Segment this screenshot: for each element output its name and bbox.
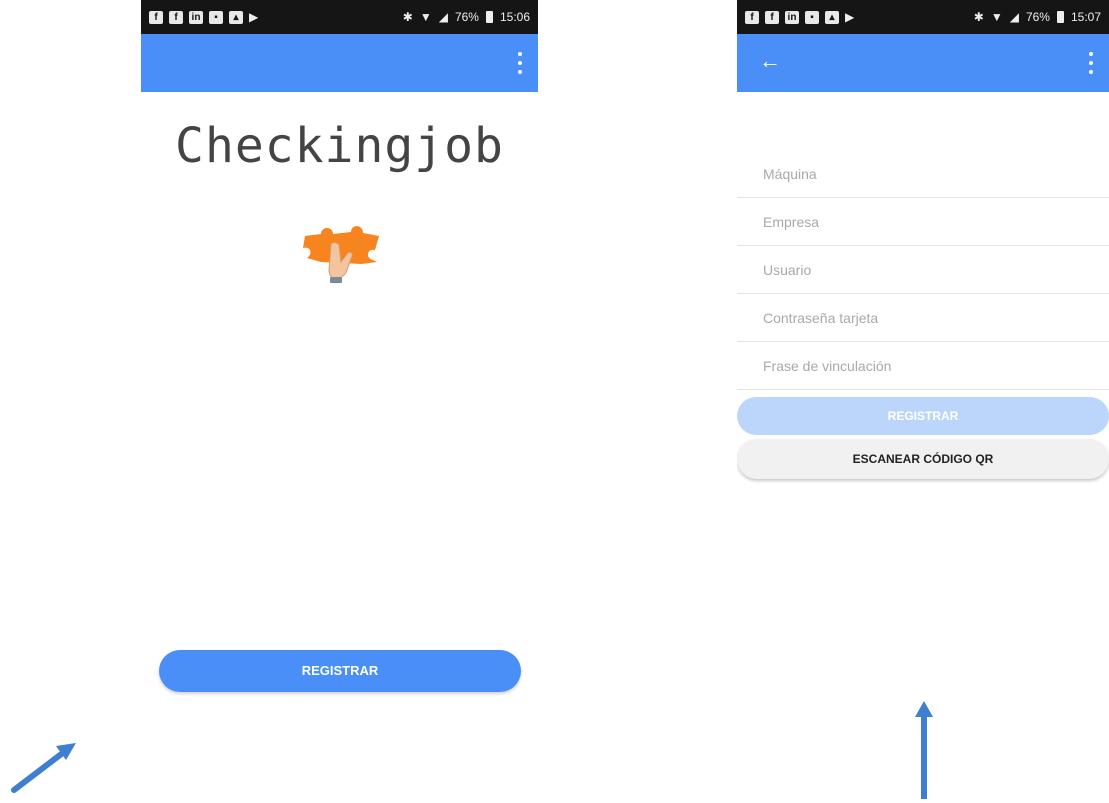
overflow-menu-icon[interactable] (516, 52, 524, 74)
machine-input[interactable] (737, 150, 1109, 198)
hand-holding-puzzle-logo (303, 226, 379, 283)
photo-icon: ▴ (229, 10, 243, 24)
clock: 15:07 (1070, 10, 1101, 24)
app-bar (141, 34, 538, 92)
register-button[interactable]: REGISTRAR (159, 650, 521, 692)
gallery-icon: ▪ (209, 10, 223, 24)
bluetooth-icon: ✱ (402, 10, 413, 24)
card-password-input[interactable] (737, 294, 1109, 342)
overflow-menu-icon[interactable] (1087, 52, 1095, 74)
facebook-icon: f (149, 10, 163, 24)
link-phrase-input[interactable] (737, 342, 1109, 390)
play-store-icon: ▶ (249, 10, 259, 24)
wifi-icon: ▼ (419, 10, 432, 24)
facebook-icon: f (745, 10, 759, 24)
signal-icon: ◢ (1009, 10, 1019, 24)
annotation-arrow-diagonal (11, 743, 76, 793)
facebook-icon: f (169, 10, 183, 24)
linkedin-icon: in (785, 10, 799, 24)
notification-icons: f f in ▪ ▴ ▶ (745, 10, 854, 24)
battery-percent: 76% (454, 10, 479, 24)
gallery-icon: ▪ (805, 10, 819, 24)
annotation-arrow-up (915, 701, 933, 799)
phone-screen-splash: f f in ▪ ▴ ▶ ✱ ▼ ◢ 76% 15:06 Checkingjob… (141, 0, 538, 720)
play-store-icon: ▶ (845, 10, 855, 24)
battery-icon (1056, 11, 1064, 23)
bluetooth-icon: ✱ (973, 10, 984, 24)
phone-screen-register-form: f f in ▪ ▴ ▶ ✱ ▼ ◢ 76% 15:07 ← REGISTRAR… (737, 0, 1109, 500)
linkedin-icon: in (189, 10, 203, 24)
signal-icon: ◢ (438, 10, 448, 24)
facebook-icon: f (765, 10, 779, 24)
user-input[interactable] (737, 246, 1109, 294)
back-arrow-icon[interactable]: ← (759, 48, 781, 74)
registration-form (737, 150, 1109, 390)
battery-icon (485, 11, 493, 23)
notification-icons: f f in ▪ ▴ ▶ (149, 10, 258, 24)
scan-qr-button[interactable]: ESCANEAR CÓDIGO QR (737, 439, 1109, 479)
photo-icon: ▴ (825, 10, 839, 24)
app-bar: ← (737, 34, 1109, 92)
company-input[interactable] (737, 198, 1109, 246)
wifi-icon: ▼ (990, 10, 1003, 24)
status-bar: f f in ▪ ▴ ▶ ✱ ▼ ◢ 76% 15:07 (737, 0, 1109, 34)
clock: 15:06 (499, 10, 530, 24)
app-title: Checkingjob (175, 118, 504, 174)
register-button-disabled[interactable]: REGISTRAR (737, 397, 1109, 435)
battery-percent: 76% (1025, 10, 1050, 24)
status-bar: f f in ▪ ▴ ▶ ✱ ▼ ◢ 76% 15:06 (141, 0, 538, 34)
